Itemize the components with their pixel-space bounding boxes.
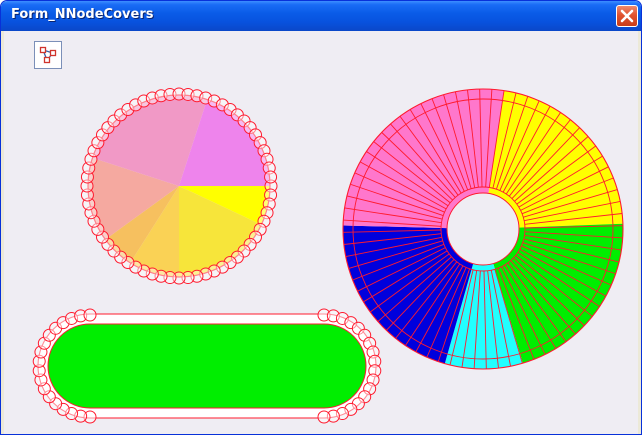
- cover-node: [83, 308, 97, 322]
- capsule-fill: [47, 323, 367, 409]
- cover-node: [264, 170, 278, 184]
- cover-node: [317, 410, 331, 424]
- node-graph-button[interactable]: [34, 41, 62, 69]
- node-graph-icon: [39, 46, 57, 64]
- annulus-shape[interactable]: [342, 88, 624, 370]
- capsule-shape[interactable]: [32, 308, 382, 424]
- main-window: Form_NNodeCovers: [0, 0, 642, 435]
- annulus-hole: [446, 192, 520, 266]
- drawing-canvas: [32, 87, 624, 424]
- pie-disc-shape[interactable]: [80, 87, 278, 285]
